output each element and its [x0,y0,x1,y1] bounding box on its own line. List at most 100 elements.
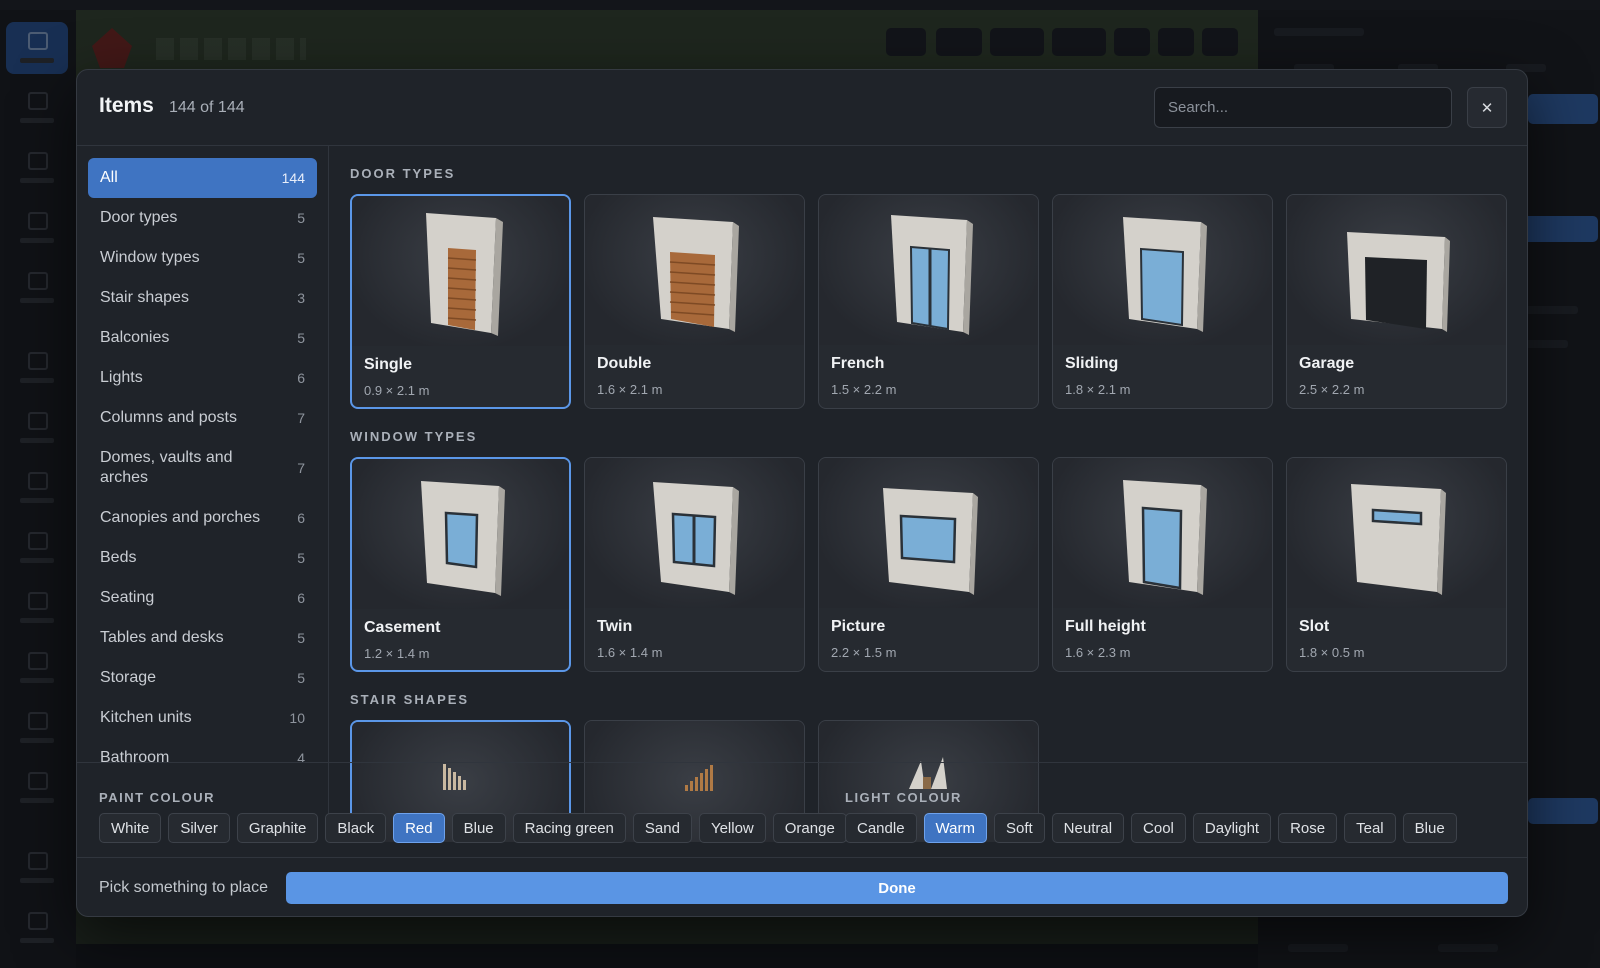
light-colour-options: Candle Warm Soft Neutral Cool Daylight R… [845,813,1457,843]
category-label: All [100,169,118,186]
close-button[interactable]: ✕ [1467,87,1507,128]
category-balconies[interactable]: Balconies 5 [88,318,317,358]
item-dimensions: 1.8 × 0.5 m [1299,645,1365,660]
done-button[interactable]: Done [286,872,1508,904]
category-label: Tables and desks [100,629,224,646]
item-thumbnail [819,195,1038,345]
category-canopies-and-porches[interactable]: Canopies and porches 6 [88,498,317,538]
category-storage[interactable]: Storage 5 [88,658,317,698]
light-option-cool[interactable]: Cool [1131,813,1186,843]
light-option-soft[interactable]: Soft [993,813,1045,843]
category-count: 5 [297,550,305,566]
item-card-slot-window[interactable]: Slot 1.8 × 0.5 m [1286,457,1507,672]
category-lights[interactable]: Lights 6 [88,358,317,398]
category-beds[interactable]: Beds 5 [88,538,317,578]
item-card-sliding-door[interactable]: Sliding 1.8 × 2.1 m [1052,194,1273,409]
paint-option-black[interactable]: Black [325,813,387,843]
category-count: 5 [297,670,305,686]
paint-option-red[interactable]: Red [393,813,445,843]
category-label: Canopies and porches [100,509,261,526]
item-dimensions: 0.9 × 2.1 m [364,383,430,398]
door-types-grid: Single 0.9 × 2.1 m Double 1.6 × 2.1 m Fr… [350,194,1527,409]
category-tables-and-desks[interactable]: Tables and desks 5 [88,618,317,658]
sliding-door-icon [1122,217,1207,332]
paint-option-racing-green[interactable]: Racing green [512,813,626,843]
light-option-blue[interactable]: Blue [1402,813,1457,843]
item-card-french-door[interactable]: French 1.5 × 2.2 m [818,194,1039,409]
modal-header: Items 144 of 144 ✕ [77,70,1527,146]
paint-option-graphite[interactable]: Graphite [236,813,319,843]
item-dimensions: 1.8 × 2.1 m [1065,382,1131,397]
item-thumbnail [1053,195,1272,345]
item-card-single-door[interactable]: Single 0.9 × 2.1 m [350,194,571,409]
category-all[interactable]: All 144 [88,158,317,198]
paint-option-sand[interactable]: Sand [632,813,692,843]
item-card-casement-window[interactable]: Casement 1.2 × 1.4 m [350,457,571,672]
category-label: Stair shapes [100,289,189,306]
paint-colour-options: White Silver Graphite Black Red Blue Rac… [99,813,847,843]
category-label: Seating [100,589,155,606]
category-label: Domes, vaults and arches [100,449,233,486]
item-name: Picture [831,618,886,635]
category-stair-shapes[interactable]: Stair shapes 3 [88,278,317,318]
paint-option-yellow[interactable]: Yellow [698,813,766,843]
category-count: 6 [297,510,305,526]
item-thumbnail [1287,458,1506,608]
category-domes-vaults-arches[interactable]: Domes, vaults and arches 7 [88,438,317,498]
category-count: 10 [289,710,305,726]
item-name: Casement [364,619,441,636]
item-name: Sliding [1065,355,1119,372]
item-thumbnail [1053,458,1272,608]
item-card-picture-window[interactable]: Picture 2.2 × 1.5 m [818,457,1039,672]
paint-option-blue[interactable]: Blue [451,813,506,843]
category-door-types[interactable]: Door types 5 [88,198,317,238]
category-count: 5 [297,330,305,346]
item-dimensions: 1.5 × 2.2 m [831,382,897,397]
category-kitchen-units[interactable]: Kitchen units 10 [88,698,317,738]
item-card-full-height-window[interactable]: Full height 1.6 × 2.3 m [1052,457,1273,672]
garage-door-icon [1346,232,1450,332]
category-window-types[interactable]: Window types 5 [88,238,317,278]
paint-option-white[interactable]: White [99,813,162,843]
item-card-twin-window[interactable]: Twin 1.6 × 1.4 m [584,457,805,672]
light-option-neutral[interactable]: Neutral [1051,813,1125,843]
light-option-daylight[interactable]: Daylight [1192,813,1272,843]
item-count: 144 of 144 [169,99,245,116]
light-option-rose[interactable]: Rose [1278,813,1338,843]
light-option-candle[interactable]: Candle [845,813,917,843]
light-option-teal[interactable]: Teal [1344,813,1396,843]
light-option-warm[interactable]: Warm [923,813,987,843]
category-count: 144 [281,170,305,186]
french-door-icon [890,215,973,335]
item-name: Double [597,355,652,372]
item-dimensions: 2.2 × 1.5 m [831,645,897,660]
category-sidebar: All 144 Door types 5 Window types 5 Stair s… [77,146,329,842]
double-door-icon [652,217,739,332]
paint-option-silver[interactable]: Silver [168,813,230,843]
paint-option-orange[interactable]: Orange [772,813,847,843]
category-label: Door types [100,209,178,226]
item-card-garage-door[interactable]: Garage 2.5 × 2.2 m [1286,194,1507,409]
item-thumbnail [1287,195,1506,345]
item-card-double-door[interactable]: Double 1.6 × 2.1 m [584,194,805,409]
casement-window-icon [420,481,505,596]
modal-footer: Pick something to place Done [77,857,1527,916]
category-seating[interactable]: Seating 6 [88,578,317,618]
item-thumbnail [352,196,569,346]
category-count: 6 [297,370,305,386]
category-count: 5 [297,250,305,266]
category-label: Window types [100,249,200,266]
full-height-window-icon [1122,480,1207,595]
category-columns-and-posts[interactable]: Columns and posts 7 [88,398,317,438]
category-label: Columns and posts [100,409,237,426]
footer-hint: Pick something to place [99,879,268,896]
category-count: 7 [297,460,305,476]
item-thumbnail [352,459,569,609]
category-label: Balconies [100,329,170,346]
close-icon: ✕ [1480,99,1494,117]
paint-colour-label: PAINT COLOUR [99,790,215,805]
category-label: Storage [100,669,157,686]
item-dimensions: 1.2 × 1.4 m [364,646,430,661]
item-name: Single [364,356,413,373]
search-input[interactable] [1154,87,1452,128]
